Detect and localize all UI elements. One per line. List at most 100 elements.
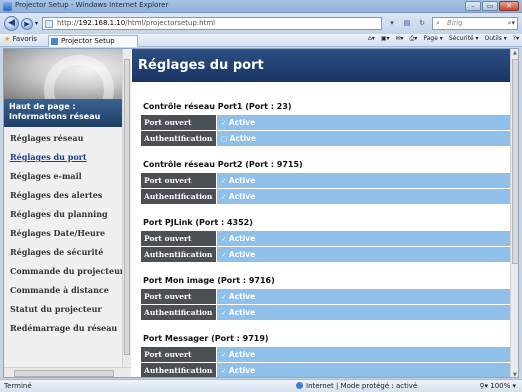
sidebar-item[interactable]: Réglages du planning — [4, 205, 122, 224]
port-section: Contrôle réseau Port1 (Port : 23) Port ou… — [132, 100, 510, 146]
left-horizontal-scrollbar[interactable] — [4, 367, 131, 377]
minimize-button[interactable]: – — [465, 1, 481, 11]
security-zone[interactable]: Internet | Mode protégé : activé — [296, 382, 417, 390]
sidebar-item[interactable]: Réglages e-mail — [4, 167, 122, 186]
url-path: /html/projectorsetup.html — [125, 19, 216, 27]
page-icon — [45, 20, 53, 28]
address-input[interactable]: http://192.168.1.10/html/projectorsetup.… — [42, 17, 382, 30]
setting-row: Port ouvert ✓ Active — [141, 173, 510, 188]
setting-value: ✓ Active — [217, 247, 510, 262]
setting-value-text: Active — [228, 292, 256, 301]
tab-projector-setup[interactable]: Projector Setup — [48, 35, 138, 47]
search-icon: ⌕ — [436, 19, 440, 27]
setting-value: ✓ Active — [217, 347, 510, 362]
home-icon[interactable]: ⌂▾ — [368, 35, 375, 43]
refresh-icon[interactable]: ↻ — [416, 17, 428, 29]
port-section: Port Messager (Port : 9719) Port ouvert ✓ A… — [132, 332, 510, 377]
setting-value-text: Active — [228, 308, 256, 317]
setting-value-text: Active — [228, 250, 256, 259]
setting-label: Port ouvert — [141, 231, 216, 246]
window-title: Projector Setup - Windows Internet Explo… — [15, 1, 169, 9]
checkbox-checked-icon[interactable]: ✓ — [221, 351, 227, 359]
nav-list: Réglages réseau Réglages du port Réglages … — [4, 129, 122, 338]
dropdown-icon[interactable]: ▾ — [386, 17, 398, 29]
section-title: Port Messager (Port : 9719) — [143, 334, 269, 343]
search-go-icon[interactable]: ⌕▾ — [508, 19, 515, 28]
history-dropdown-icon[interactable]: ▾ — [35, 20, 38, 27]
print-icon[interactable]: ⎙▾ — [410, 35, 418, 43]
favorites-bar: ★ Favoris Projector Setup ⌂▾ ▣▾ ✉▾ ⎙▾ Pa… — [0, 34, 522, 47]
tab-page-icon — [51, 38, 58, 45]
sidebar-item[interactable]: Redémarrage du réseau — [4, 319, 122, 338]
zoom-icon: ⚲▾ — [479, 382, 491, 390]
setting-value: ✓ Active — [217, 189, 510, 204]
left-vertical-scrollbar[interactable] — [122, 49, 131, 367]
setting-value-text: Active — [228, 176, 256, 185]
checkbox-checked-icon[interactable]: ✓ — [221, 293, 227, 301]
maximize-button[interactable]: ▭ — [482, 1, 498, 11]
setting-value-text: Active — [229, 134, 257, 143]
mail-icon[interactable]: ✉▾ — [396, 35, 404, 43]
home-label-1: Haut de page : — [9, 102, 76, 111]
section-title: Contrôle réseau Port2 (Port : 9715) — [143, 160, 303, 169]
home-link[interactable]: Haut de page : Informations réseau — [4, 99, 122, 127]
sidebar-item[interactable]: Réglages de sécurité — [4, 243, 122, 262]
help-icon[interactable]: ?▾ — [513, 35, 519, 43]
close-button[interactable]: ✕ — [499, 1, 519, 11]
command-bar: ⌂▾ ▣▾ ✉▾ ⎙▾ Page ▾ Sécurité ▾ Outils ▾ ?… — [368, 35, 519, 43]
setting-label: Port ouvert — [141, 347, 216, 362]
star-icon: ★ — [4, 35, 11, 43]
scroll-down-icon[interactable]: ▼ — [513, 372, 517, 377]
section-title: Port Mon image (Port : 9716) — [143, 276, 275, 285]
compatibility-icon[interactable]: ▤ — [401, 17, 413, 29]
section-title: Port PJLink (Port : 4352) — [143, 218, 253, 227]
sidebar-item[interactable]: Réglages réseau — [4, 129, 122, 148]
sidebar-item[interactable]: Réglages du port — [4, 148, 122, 167]
favorites-button[interactable]: ★ Favoris — [4, 35, 37, 43]
url-host: 192.168.1.10 — [78, 19, 126, 27]
setting-value-text: Active — [228, 192, 256, 201]
setting-value-text: Active — [228, 350, 256, 359]
sidebar-item[interactable]: Statut du projecteur — [4, 300, 122, 319]
setting-row: Port ouvert ✓ Active — [141, 347, 510, 362]
sidebar-item[interactable]: Commande à distance — [4, 281, 122, 300]
checkbox-checked-icon[interactable]: ✓ — [221, 235, 227, 243]
setting-label: Port ouvert — [141, 289, 216, 304]
main-frame: Réglages du port Contrôle réseau Port1 (… — [132, 49, 510, 377]
status-bar: Terminé Internet | Mode protégé : activé… — [0, 379, 522, 392]
sidebar-item[interactable]: Réglages Date/Heure — [4, 224, 122, 243]
sidebar-item[interactable]: Réglages des alertes — [4, 186, 122, 205]
search-placeholder: Bing — [447, 19, 463, 27]
back-button[interactable]: ◀ — [4, 16, 19, 31]
checkbox-checked-icon[interactable]: ✓ — [221, 177, 227, 185]
setting-value-text: Active — [228, 118, 256, 127]
menu-tools[interactable]: Outils ▾ — [485, 35, 507, 43]
address-row: ◀ ▶ ▾ http://192.168.1.10/html/projector… — [0, 13, 522, 34]
main-vertical-scrollbar[interactable]: ▲ ▼ — [510, 49, 518, 377]
scroll-up-icon[interactable]: ▲ — [513, 50, 517, 56]
checkbox-checked-icon[interactable]: ✓ — [221, 251, 227, 259]
section-title: Contrôle réseau Port1 (Port : 23) — [143, 102, 292, 111]
checkbox-checked-icon[interactable]: ✓ — [221, 309, 227, 317]
zoom-control[interactable]: ⚲▾ 100% ▾ — [479, 382, 516, 390]
menu-page[interactable]: Page ▾ — [423, 35, 442, 43]
zone-text: Internet | Mode protégé : activé — [306, 382, 418, 390]
checkbox-unchecked-icon[interactable]: □ — [221, 135, 228, 143]
checkbox-checked-icon[interactable]: ✓ — [221, 193, 227, 201]
forward-button[interactable]: ▶ — [21, 18, 33, 30]
checkbox-checked-icon[interactable]: ✓ — [221, 367, 227, 375]
setting-row: Port ouvert ✓ Active — [141, 289, 510, 304]
feeds-icon[interactable]: ▣▾ — [381, 35, 390, 43]
setting-value-text: Active — [228, 234, 256, 243]
search-input[interactable]: ⌕ Bing ⌕▾ — [432, 17, 518, 30]
sidebar-item[interactable]: Commande du projecteur — [4, 262, 122, 281]
port-section: Contrôle réseau Port2 (Port : 9715) Port … — [132, 158, 510, 204]
setting-value: □ Active — [217, 131, 510, 146]
setting-value: ✓ Active — [217, 363, 510, 377]
menu-security[interactable]: Sécurité ▾ — [449, 35, 479, 43]
port-section: Port PJLink (Port : 4352) Port ouvert ✓ Act… — [132, 216, 510, 262]
checkbox-checked-icon[interactable]: ✓ — [221, 119, 227, 127]
setting-label: Port ouvert — [141, 173, 216, 188]
ie-icon — [3, 2, 12, 11]
setting-row: Authentification ✓ Active — [141, 189, 510, 204]
